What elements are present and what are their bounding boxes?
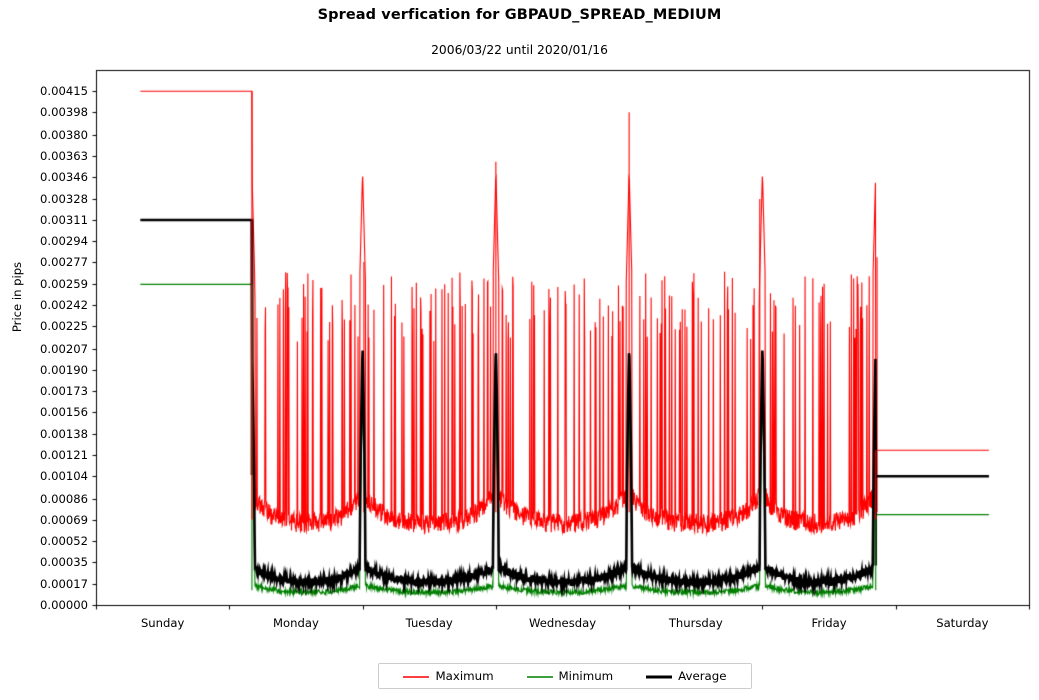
spread-verification-chart	[0, 0, 1039, 700]
figure-canvas-container: Spread verfication for GBPAUD_SPREAD_MED…	[0, 0, 1039, 700]
